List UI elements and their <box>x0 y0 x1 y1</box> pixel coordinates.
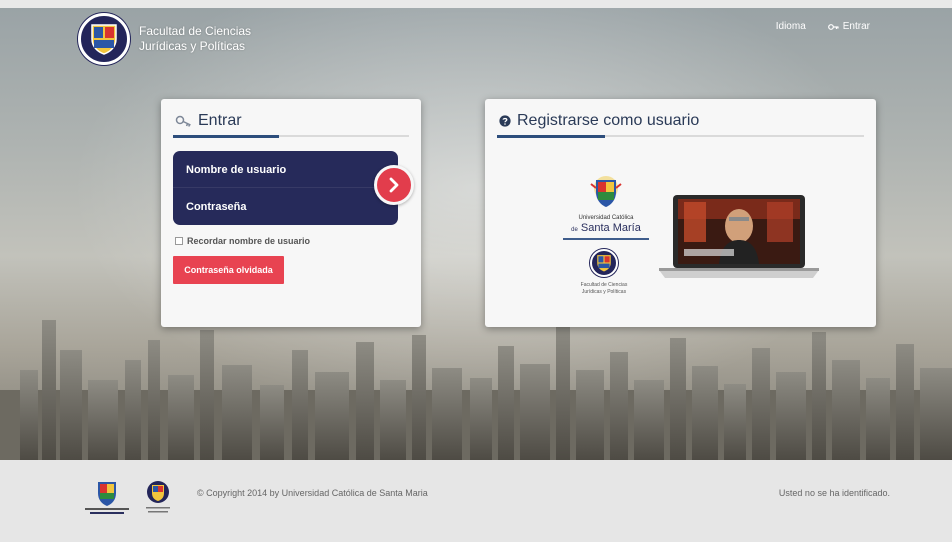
university-shield-icon <box>590 176 622 207</box>
remember-checkbox[interactable] <box>175 237 183 245</box>
faculty-name-line-2: Jurídicas y Políticas <box>581 289 627 295</box>
remember-username[interactable]: Recordar nombre de usuario <box>175 236 310 246</box>
logo-divider <box>563 238 649 240</box>
footer: © Copyright 2014 by Universidad Católica… <box>0 460 952 542</box>
faculty-name-line-1: Facultad de Ciencias <box>580 282 628 288</box>
university-name-big: Santa María <box>580 222 641 234</box>
faculty-logo-icon <box>146 481 170 513</box>
copyright-text: © Copyright 2014 by Universidad Católica… <box>197 488 428 498</box>
register-card-title: Registrarse como usuario <box>499 112 699 130</box>
brand-name: Facultad de Ciencias Jurídicas y Polític… <box>139 24 269 54</box>
forgot-password-button[interactable]: Contraseña olvidada <box>173 256 284 284</box>
login-status-text: Usted no se ha identificado. <box>778 488 890 498</box>
password-input[interactable]: Contraseña <box>186 201 247 213</box>
help-icon <box>499 115 511 127</box>
faculty-crest-logo <box>78 13 130 65</box>
faculty-name: Facultad de Ciencias Jurídicas y Polític… <box>577 282 631 296</box>
key-icon <box>175 115 191 127</box>
chevron-right-icon <box>389 177 399 193</box>
footer-logos <box>82 480 174 516</box>
login-card-title: Entrar <box>175 112 242 130</box>
faculty-crest-icon <box>590 249 618 277</box>
register-card: Registrarse como usuario Universidad Cat… <box>485 99 876 327</box>
register-title-text: Registrarse como usuario <box>517 112 700 129</box>
university-name-de: de <box>571 227 578 233</box>
title-divider <box>497 135 864 138</box>
university-name: de Santa María <box>563 222 649 234</box>
username-input[interactable]: Nombre de usuario <box>186 164 286 176</box>
university-logo-icon <box>85 482 129 514</box>
key-icon <box>827 23 839 30</box>
title-accent <box>497 135 605 138</box>
login-card: Entrar Nombre de usuario Contraseña Reco… <box>161 99 421 327</box>
title-accent <box>173 135 279 138</box>
top-navigation: Idioma Entrar <box>776 21 870 32</box>
video-laptop-image[interactable] <box>659 194 819 280</box>
login-submit-button[interactable] <box>374 165 414 205</box>
university-name-small: Universidad Católica <box>578 215 634 221</box>
brand-line-1: Facultad de Ciencias <box>139 24 252 38</box>
brand-line-2: Jurídicas y Políticas <box>139 39 246 53</box>
site-brand[interactable]: Facultad de Ciencias Jurídicas y Polític… <box>78 13 269 65</box>
remember-label: Recordar nombre de usuario <box>187 236 311 246</box>
field-divider <box>173 187 398 188</box>
title-divider <box>173 135 409 138</box>
login-form: Nombre de usuario Contraseña <box>173 151 398 225</box>
university-logo: Universidad Católica de Santa María <box>563 174 649 240</box>
login-link-label: Entrar <box>842 21 870 32</box>
login-title-text: Entrar <box>198 112 242 129</box>
faculty-logo: Facultad de Ciencias Jurídicas y Polític… <box>577 249 631 296</box>
login-link[interactable]: Entrar <box>827 21 870 32</box>
language-menu[interactable]: Idioma <box>776 21 806 32</box>
